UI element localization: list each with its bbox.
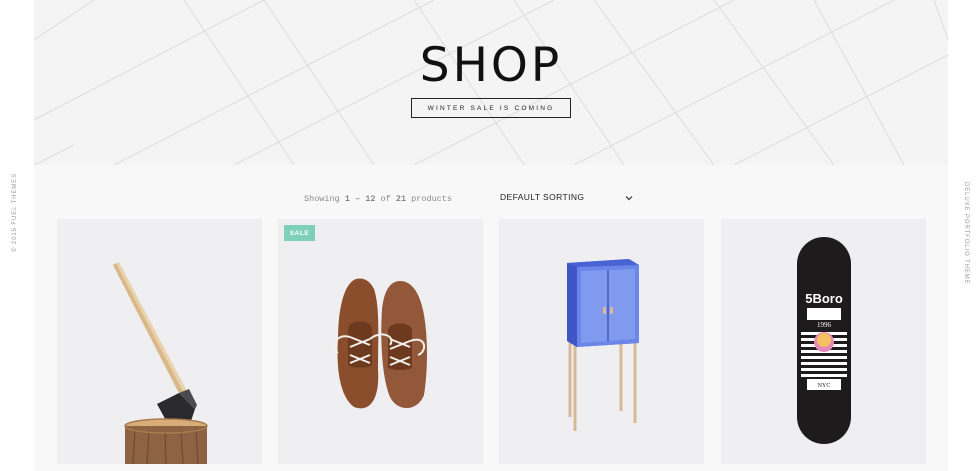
copyright-side-text: © 2015 FUEL THEMES — [12, 173, 22, 256]
sale-badge: SALE — [284, 225, 315, 241]
product-card-cabinet[interactable] — [499, 219, 704, 464]
product-card-axe[interactable] — [57, 219, 262, 464]
skateboard-city: NYC — [818, 383, 831, 389]
shop-page: © 2015 FUEL THEMES DELUXE PORTFOLIO THEM… — [0, 0, 980, 471]
skateboard-brand: 5Boro — [805, 291, 843, 306]
copyright-label: © 2015 FUEL THEMES — [12, 173, 18, 252]
cabinet-image — [567, 259, 639, 431]
theme-label: DELUXE PORTFOLIO THEME — [963, 182, 969, 285]
product-card-skateboard[interactable]: 5Boro 1996 NYC — [721, 219, 926, 464]
skateboard-image: 5Boro 1996 NYC — [797, 237, 851, 444]
range-value: 1 – 12 — [344, 194, 376, 204]
products-label: products — [411, 194, 452, 204]
sale-announcement-badge[interactable]: WINTER SALE IS COMING — [411, 98, 571, 118]
sorting-select[interactable]: DEFAULT SORTING — [500, 192, 638, 206]
sorting-value: DEFAULT SORTING — [500, 192, 585, 202]
product-card-shoes[interactable]: SALE — [278, 219, 483, 464]
showing-label: Showing — [304, 194, 340, 204]
total-value: 21 — [395, 194, 407, 204]
shoes-image — [333, 278, 427, 409]
page-title: SHOP — [419, 38, 563, 93]
chevron-down-icon — [625, 196, 633, 201]
axe-image — [113, 262, 208, 464]
result-count: Showing 1 – 12 of 21 products — [304, 194, 452, 204]
hero-banner: SHOP WINTER SALE IS COMING — [34, 0, 948, 165]
skateboard-year: 1996 — [817, 321, 832, 329]
theme-side-text: DELUXE PORTFOLIO THEME — [961, 182, 971, 285]
of-label: of — [380, 194, 391, 204]
